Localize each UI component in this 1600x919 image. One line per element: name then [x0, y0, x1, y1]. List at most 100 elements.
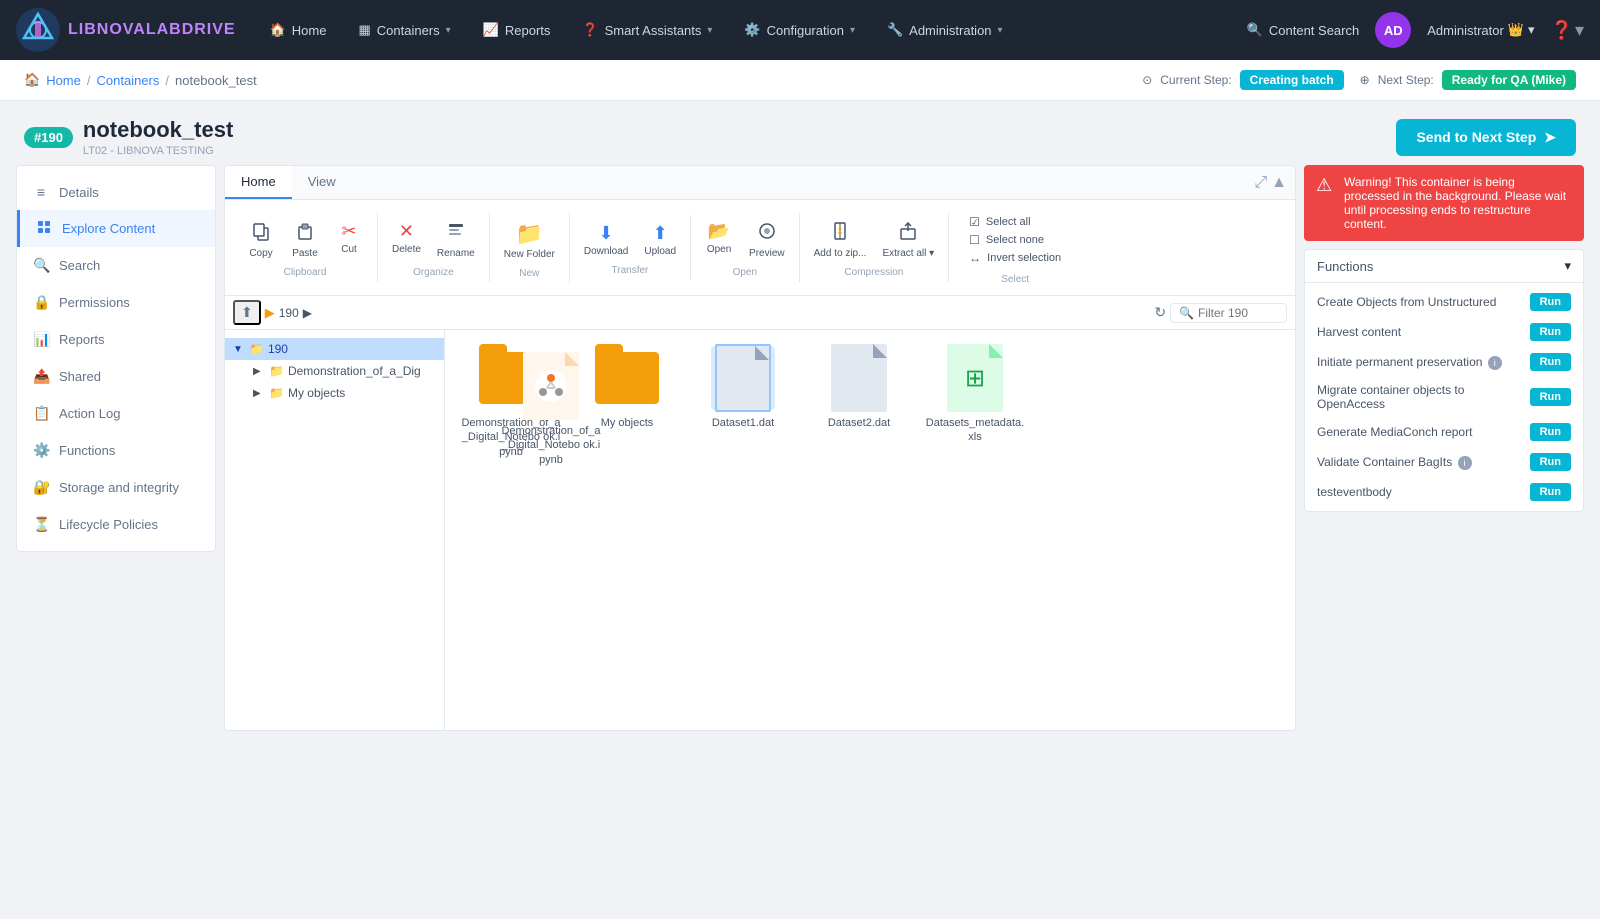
- file-label: My objects: [601, 416, 654, 430]
- sidebar-item-lifecycle[interactable]: ⏳ Lifecycle Policies: [17, 506, 215, 543]
- content-search-button[interactable]: 🔍 Content Search: [1247, 22, 1360, 38]
- rename-button[interactable]: Rename: [431, 217, 481, 263]
- ribbon: Copy Paste ✂ Cut Clipboard: [225, 200, 1295, 296]
- invert-selection-button[interactable]: ↔ Invert selection: [965, 250, 1065, 266]
- file-item-dataset1[interactable]: Dataset1.dat: [693, 346, 793, 467]
- sidebar-item-reports[interactable]: 📊 Reports: [17, 321, 215, 358]
- nav-right: 🔍 Content Search AD Administrator 👑 ▾ ❓ …: [1247, 12, 1584, 48]
- run-button[interactable]: Run: [1530, 453, 1571, 471]
- zip-icon: [830, 221, 850, 246]
- run-button[interactable]: Run: [1530, 483, 1571, 501]
- upload-button[interactable]: ⬆ Upload: [638, 219, 682, 261]
- open-group: 📂 Open Preview Open: [691, 213, 800, 282]
- nav-containers[interactable]: ▦ Containers ▾: [344, 14, 464, 46]
- chevron-down-icon: ▾: [998, 25, 1003, 36]
- nav-configuration[interactable]: ⚙️ Configuration ▾: [730, 14, 869, 46]
- new-folder-button[interactable]: 📁 New Folder: [498, 217, 561, 264]
- paste-button[interactable]: Paste: [285, 217, 325, 263]
- reports-icon: 📊: [33, 331, 49, 348]
- nav-reports[interactable]: 📈 Reports: [469, 14, 565, 46]
- functions-header[interactable]: Functions ▾: [1305, 250, 1583, 283]
- file-label: Datasets_metadata.xls: [925, 416, 1025, 445]
- select-all-button[interactable]: ☑ Select all: [965, 214, 1065, 230]
- breadcrumb-home[interactable]: Home: [46, 73, 81, 88]
- warning-icon: ⚠: [1316, 175, 1336, 231]
- open-icon: 📂: [708, 221, 730, 242]
- path-segment: 190: [279, 306, 299, 320]
- user-menu[interactable]: Administrator 👑 ▾: [1427, 22, 1534, 38]
- send-to-next-step-button[interactable]: Send to Next Step ➤: [1396, 119, 1576, 156]
- container-id-badge: #190: [24, 127, 73, 148]
- home-icon: 🏠: [24, 72, 40, 88]
- file-item-xls[interactable]: ⊞ Datasets_metadata.xls: [925, 346, 1025, 467]
- add-to-zip-button[interactable]: Add to zip...: [808, 217, 873, 263]
- info-icon[interactable]: i: [1488, 356, 1502, 370]
- run-button[interactable]: Run: [1530, 423, 1571, 441]
- chevron-down-icon: ▾: [1564, 258, 1571, 274]
- run-button[interactable]: Run: [1530, 388, 1571, 406]
- function-label: Validate Container BagIts i: [1317, 455, 1472, 470]
- function-row: Generate MediaConch report Run: [1305, 417, 1583, 447]
- cut-button[interactable]: ✂ Cut: [329, 217, 369, 263]
- cut-icon: ✂: [341, 221, 356, 242]
- chevron-down-icon: ▾: [707, 25, 712, 36]
- help-button[interactable]: ❓ ▾: [1551, 20, 1584, 41]
- breadcrumb-containers[interactable]: Containers: [97, 73, 160, 88]
- tree-item-demo[interactable]: ▶ 📁 Demonstration_of_a_Dig: [245, 360, 444, 382]
- sidebar-item-shared[interactable]: 📤 Shared: [17, 358, 215, 395]
- tree-root[interactable]: ▼ 📁 190: [225, 338, 444, 360]
- new-folder-icon: 📁: [516, 221, 543, 247]
- folder-icon-large: [595, 346, 659, 410]
- tab-view[interactable]: View: [292, 166, 352, 199]
- sidebar-item-action-log[interactable]: 📋 Action Log: [17, 395, 215, 432]
- maximize-icon[interactable]: ⤢: [1254, 174, 1267, 192]
- extract-button[interactable]: Extract all ▾: [876, 217, 940, 263]
- open-button[interactable]: 📂 Open: [699, 217, 739, 263]
- sidebar-item-permissions[interactable]: 🔒 Permissions: [17, 284, 215, 321]
- function-label: Migrate container objects to OpenAccess: [1317, 383, 1530, 411]
- sidebar-item-functions[interactable]: ⚙️ Functions: [17, 432, 215, 469]
- breadcrumb-separator: /: [87, 73, 91, 88]
- organize-group: ✕ Delete Rename Organize: [378, 213, 490, 282]
- file-item-dataset2[interactable]: Dataset2.dat: [809, 346, 909, 467]
- containers-icon: ▦: [358, 22, 370, 38]
- delete-icon: ✕: [399, 221, 414, 242]
- sidebar-item-explore-content[interactable]: Explore Content: [17, 210, 215, 247]
- run-button[interactable]: Run: [1530, 353, 1571, 371]
- breadcrumb-separator: /: [165, 73, 169, 88]
- sidebar-item-storage[interactable]: 🔐 Storage and integrity: [17, 469, 215, 506]
- logo-icon: [16, 8, 60, 52]
- refresh-button[interactable]: ↻: [1154, 304, 1166, 321]
- minimize-icon[interactable]: ▲: [1271, 174, 1287, 192]
- nav-administration[interactable]: 🔧 Administration ▾: [873, 14, 1017, 46]
- breadcrumb-current: notebook_test: [175, 73, 257, 88]
- delete-button[interactable]: ✕ Delete: [386, 217, 427, 263]
- next-step-icon: ⊕: [1360, 73, 1370, 87]
- select-label: Select: [1001, 274, 1029, 285]
- search-icon: 🔍: [33, 257, 49, 274]
- nav-back-button[interactable]: ⬆: [233, 300, 261, 325]
- select-none-button[interactable]: ☐ Select none: [965, 232, 1065, 248]
- run-button[interactable]: Run: [1530, 323, 1571, 341]
- run-button[interactable]: Run: [1530, 293, 1571, 311]
- copy-button[interactable]: Copy: [241, 217, 281, 263]
- sidebar-item-details[interactable]: ≡ Details: [17, 174, 215, 210]
- new-label: New: [519, 268, 539, 279]
- functions-panel: Functions ▾ Create Objects from Unstruct…: [1304, 249, 1584, 512]
- nav-home[interactable]: 🏠 Home: [256, 14, 341, 46]
- folder-icon: 📁: [249, 342, 264, 356]
- function-label: Create Objects from Unstructured: [1317, 295, 1496, 309]
- sidebar-item-search[interactable]: 🔍 Search: [17, 247, 215, 284]
- download-button[interactable]: ⬇ Download: [578, 219, 634, 261]
- tab-home[interactable]: Home: [225, 166, 292, 199]
- file-label: Dataset1.dat: [712, 416, 774, 430]
- extract-icon: [898, 221, 918, 246]
- nav-smart-assistants[interactable]: ❓ Smart Assistants ▾: [568, 14, 726, 46]
- info-icon[interactable]: i: [1458, 456, 1472, 470]
- tree-item-myobjects[interactable]: ▶ 📁 My objects: [245, 382, 444, 404]
- file-body: ▼ 📁 190 ▶ 📁 Demonstration_of_a_Dig ▶ 📁 M…: [225, 330, 1295, 730]
- preview-button[interactable]: Preview: [743, 217, 791, 263]
- filter-input[interactable]: [1198, 306, 1278, 320]
- chevron-down-icon: ▾: [850, 25, 855, 36]
- logo[interactable]: LIBNOVALABDRIVE: [16, 8, 236, 52]
